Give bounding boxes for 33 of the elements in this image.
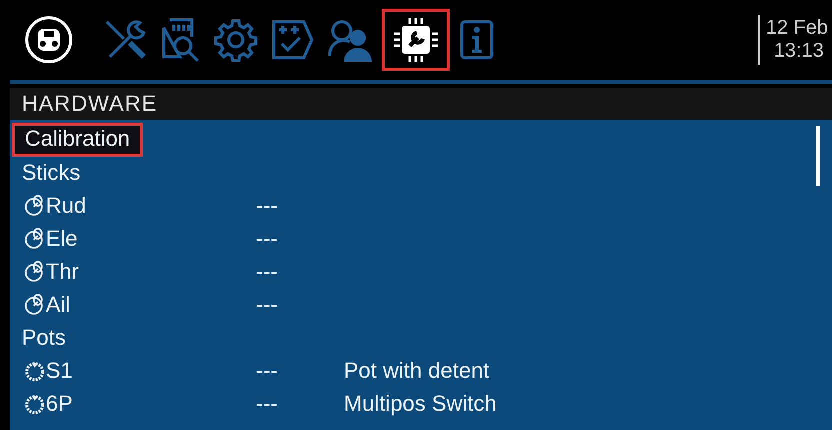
- settings-icon[interactable]: [214, 18, 258, 62]
- input-type: Pot with detent: [344, 358, 490, 384]
- calibration-value: ---: [256, 226, 279, 252]
- input-type: Multipos Switch: [344, 390, 497, 416]
- section-label: Pots: [21, 324, 66, 350]
- checklist-icon[interactable]: [270, 18, 316, 62]
- stick-icon: [24, 228, 46, 250]
- input-name[interactable]: Ele: [46, 226, 78, 252]
- section-label: Sticks: [21, 160, 81, 186]
- pot-icon: [24, 360, 46, 382]
- input-name[interactable]: 6P: [46, 390, 73, 416]
- page-title: HARDWARE: [22, 91, 158, 116]
- calibration-value: ---: [256, 358, 279, 384]
- input-name[interactable]: S1: [46, 358, 73, 384]
- info-icon[interactable]: [460, 20, 494, 60]
- users-icon[interactable]: [328, 18, 372, 62]
- input-name[interactable]: Rud: [46, 192, 86, 218]
- stick-icon: [24, 194, 46, 216]
- sd-card-search-icon[interactable]: [160, 17, 202, 63]
- pot-icon: [24, 392, 46, 414]
- input-name[interactable]: Thr: [46, 258, 79, 284]
- calibration-value: ---: [256, 258, 279, 284]
- calibration-value: ---: [256, 192, 279, 218]
- input-name[interactable]: Ail: [46, 292, 70, 318]
- time: 13:13: [772, 40, 824, 63]
- radio-icon[interactable]: [24, 15, 74, 65]
- scrollbar: [816, 126, 820, 186]
- stick-icon: [24, 294, 46, 316]
- calibration-value: ---: [256, 292, 279, 318]
- calibration-value: ---: [256, 390, 279, 416]
- chip-wrench-icon[interactable]: [393, 15, 439, 65]
- calibration-button[interactable]: Calibration: [12, 122, 144, 156]
- stick-icon: [24, 260, 46, 282]
